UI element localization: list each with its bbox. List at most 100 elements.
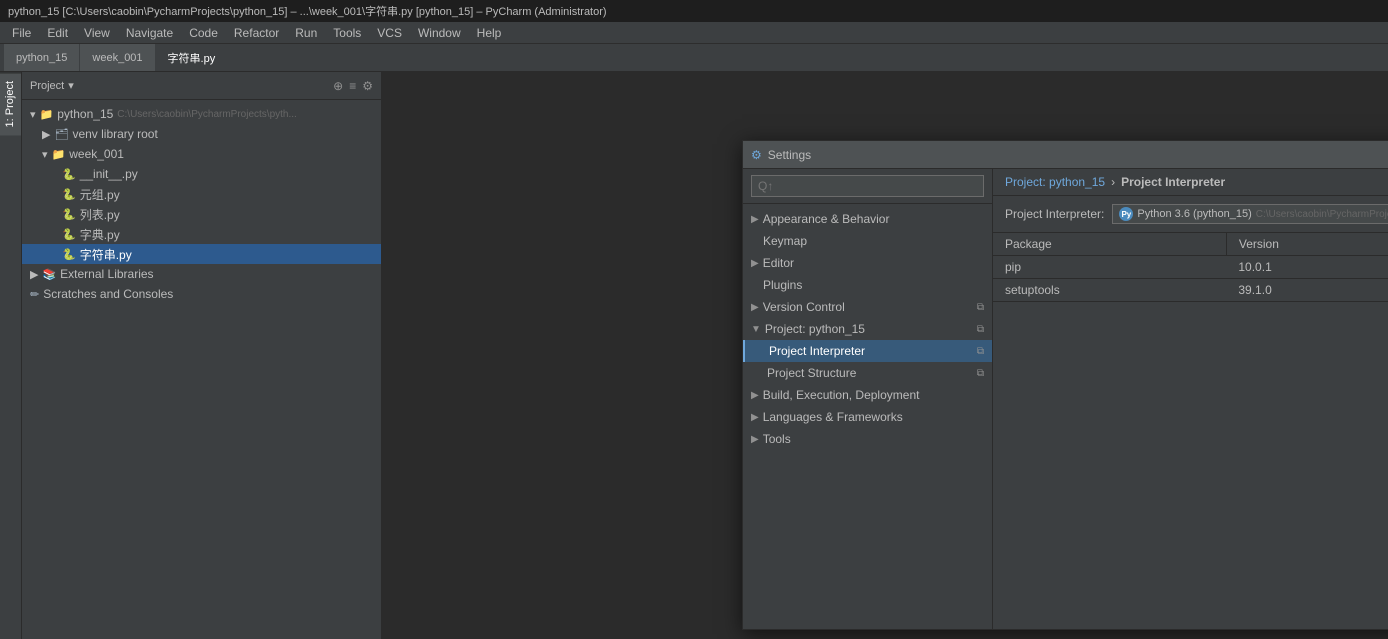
tab-charstring-label: 字符串.py [168, 50, 216, 66]
settings-item-build-label: Build, Execution, Deployment [763, 388, 920, 402]
menu-file[interactable]: File [4, 24, 39, 42]
tree-item-external[interactable]: ▶ 📚 External Libraries [22, 264, 381, 284]
folder-icon: 📁 [40, 108, 54, 121]
table-row-pip[interactable]: pip 10.0.1 ▲ 19.3.1 [993, 256, 1388, 279]
interpreter-select[interactable]: Py Python 3.6 (python_15) C:\Users\caobi… [1112, 204, 1388, 224]
interpreter-value: Python 3.6 (python_15) [1137, 208, 1251, 220]
chevron-right-icon3: ▶ [30, 268, 38, 281]
menu-tools[interactable]: Tools [325, 24, 369, 42]
settings-item-interpreter[interactable]: Project Interpreter ⧉ [743, 340, 992, 362]
menu-help[interactable]: Help [469, 24, 510, 42]
settings-item-editor[interactable]: ▶ Editor [743, 252, 992, 274]
interpreter-label: Project Interpreter: [1005, 207, 1104, 221]
chevron-down-icon: ▾ [30, 108, 36, 121]
tree-item-path: C:\Users\caobin\PycharmProjects\pyth... [117, 109, 297, 120]
settings-item-plugins[interactable]: Plugins [743, 274, 992, 296]
project-panel: Project ▾ ⊕ ≡ ⚙ ▾ 📁 python_15 C:\Users\c… [22, 72, 382, 639]
settings-tree: ▶ Appearance & Behavior Keymap ▶ Editor [743, 204, 992, 629]
package-table: Package Version Latest version pip 10.0.… [993, 233, 1388, 302]
arrow-icon-build: ▶ [751, 390, 759, 401]
tree-item-dict[interactable]: 🐍 字典.py [22, 224, 381, 244]
locate-icon[interactable]: ⊕ [333, 79, 343, 93]
tab-charstring[interactable]: 字符串.py [156, 44, 229, 71]
tree-item-external-label: External Libraries [60, 267, 153, 281]
settings-content: Project: python_15 › Project Interpreter… [993, 169, 1388, 629]
settings-item-vcs-label: Version Control [763, 300, 845, 314]
tree-item-week001[interactable]: ▾ 📁 week_001 [22, 144, 381, 164]
tree-item-scratches-label: Scratches and Consoles [43, 287, 173, 301]
package-version-pip: 10.0.1 [1226, 256, 1388, 279]
settings-item-appearance[interactable]: ▶ Appearance & Behavior [743, 208, 992, 230]
package-name-pip: pip [993, 256, 1226, 279]
settings-item-structure[interactable]: Project Structure ⧉ [743, 362, 992, 384]
interpreter-select-text: Py Python 3.6 (python_15) C:\Users\caobi… [1119, 207, 1388, 221]
tree-item-init[interactable]: 🐍 __init__.py [22, 164, 381, 184]
library-icon: 📚 [42, 268, 56, 281]
settings-item-languages[interactable]: ▶ Languages & Frameworks [743, 406, 992, 428]
menu-view[interactable]: View [76, 24, 118, 42]
tree-item-scratches[interactable]: ✏ Scratches and Consoles [22, 284, 381, 304]
col-version[interactable]: Version [1226, 233, 1388, 256]
menu-run[interactable]: Run [287, 24, 325, 42]
py-icon-init: 🐍 [62, 168, 76, 181]
tab-bar: python_15 week_001 字符串.py [0, 44, 1388, 72]
python-icon: Py [1119, 207, 1133, 221]
editor-area: ⚙ Settings × ▶ Appearance & Beh [382, 72, 1388, 639]
breadcrumb-project[interactable]: Project: python_15 [1005, 175, 1105, 189]
copy-icon-interpreter: ⧉ [977, 346, 984, 357]
collapse-icon[interactable]: ≡ [349, 79, 356, 93]
settings-search-input[interactable] [751, 175, 984, 197]
tree-item-dict-label: 字典.py [80, 226, 120, 243]
menu-code[interactable]: Code [181, 24, 226, 42]
tree-item-string[interactable]: 🐍 字符串.py [22, 244, 381, 264]
breadcrumb-current: Project Interpreter [1121, 175, 1225, 189]
settings-item-tools-label: Tools [763, 432, 791, 446]
tree-item-venv[interactable]: ▶ 🗂 venv library root [22, 124, 381, 144]
tree-item-tuple-label: 元组.py [80, 186, 120, 203]
copy-icon-project: ⧉ [977, 324, 984, 335]
py-icon-list: 🐍 [62, 208, 76, 221]
settings-item-project[interactable]: ▼ Project: python_15 ⧉ [743, 318, 992, 340]
folder-icon2: 📁 [52, 148, 66, 161]
chevron-right-icon: ▶ [42, 128, 50, 141]
menu-vcs[interactable]: VCS [369, 24, 410, 42]
settings-search-container [743, 169, 992, 204]
side-tabs: 1: Project [0, 72, 22, 639]
menu-refactor[interactable]: Refactor [226, 24, 287, 42]
project-tree: ▾ 📁 python_15 C:\Users\caobin\PycharmPro… [22, 100, 381, 639]
menu-navigate[interactable]: Navigate [118, 24, 181, 42]
tab-week001-label: week_001 [92, 52, 142, 64]
breadcrumb: Project: python_15 › Project Interpreter… [993, 169, 1388, 196]
settings-item-keymap[interactable]: Keymap [743, 230, 992, 252]
tree-item-list-label: 列表.py [80, 206, 120, 223]
tab-week001[interactable]: week_001 [80, 44, 155, 71]
panel-header: Project ▾ ⊕ ≡ ⚙ [22, 72, 381, 100]
col-package[interactable]: Package [993, 233, 1226, 256]
tab-python15[interactable]: python_15 [4, 44, 80, 71]
settings-item-vcs[interactable]: ▶ Version Control ⧉ [743, 296, 992, 318]
menu-edit[interactable]: Edit [39, 24, 76, 42]
interpreter-path: C:\Users\caobin\PycharmProjects\python_1… [1256, 209, 1388, 220]
arrow-icon-vcs: ▶ [751, 302, 759, 313]
panel-title: Project ▾ [30, 79, 74, 92]
dialog-title-label: Settings [768, 148, 811, 162]
tree-item-string-label: 字符串.py [80, 246, 132, 263]
dropdown-icon[interactable]: ▾ [68, 79, 74, 92]
settings-item-interpreter-label: Project Interpreter [769, 344, 865, 358]
tree-item-list[interactable]: 🐍 列表.py [22, 204, 381, 224]
menu-window[interactable]: Window [410, 24, 469, 42]
package-name-setuptools: setuptools [993, 279, 1226, 302]
tree-item-venv-label: venv library root [72, 127, 157, 141]
settings-item-tools[interactable]: ▶ Tools [743, 428, 992, 450]
settings-item-build[interactable]: ▶ Build, Execution, Deployment [743, 384, 992, 406]
copy-icon-structure: ⧉ [977, 368, 984, 379]
side-tab-project[interactable]: 1: Project [0, 72, 21, 135]
tree-item-python15[interactable]: ▾ 📁 python_15 C:\Users\caobin\PycharmPro… [22, 104, 381, 124]
menu-bar: File Edit View Navigate Code Refactor Ru… [0, 22, 1388, 44]
table-row-setuptools[interactable]: setuptools 39.1.0 ▲ 41.6.0 [993, 279, 1388, 302]
settings-icon-dialog: ⚙ [751, 148, 762, 162]
title-bar: python_15 [C:\Users\caobin\PycharmProjec… [0, 0, 1388, 22]
tree-item-tuple[interactable]: 🐍 元组.py [22, 184, 381, 204]
settings-item-plugins-label: Plugins [763, 278, 802, 292]
settings-icon[interactable]: ⚙ [362, 79, 373, 93]
